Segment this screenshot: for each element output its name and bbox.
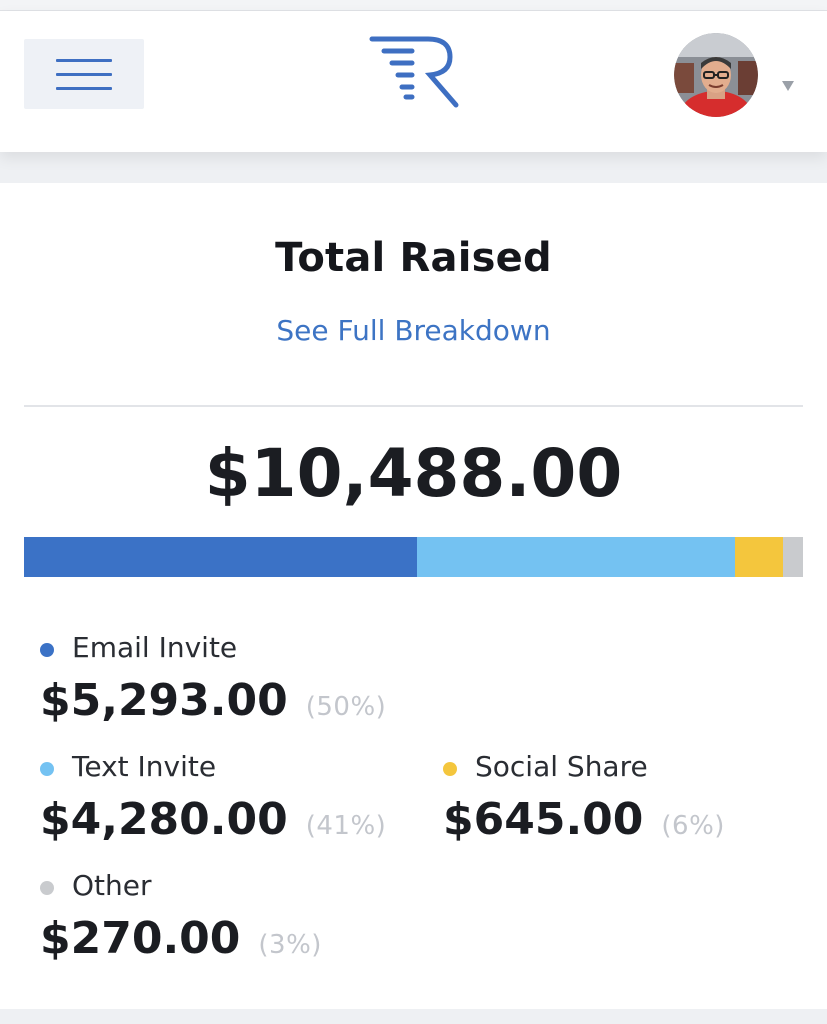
bar-segment-other [782,537,803,577]
bar-segment-social-share [735,537,783,577]
top-navbar [0,11,827,152]
breakdown-amount-value: $5,293.00 [40,675,288,726]
other-dot-icon [40,881,54,895]
top-status-strip [0,0,827,11]
breakdown-label: Other [72,869,152,902]
caret-down-icon [782,81,794,91]
breakdown-percent: (3%) [258,930,322,960]
hamburger-menu-button[interactable] [24,39,144,109]
breakdown-amount: $645.00 (6%) [443,794,725,845]
page-title: Total Raised [275,235,552,281]
breakdown-label: Email Invite [72,631,238,664]
stacked-progress-bar [24,537,803,577]
breakdown-amount-value: $4,280.00 [40,794,288,845]
breakdown-amount-value: $270.00 [40,913,241,964]
breakdown-amount: $5,293.00 (50%) [40,675,386,726]
menu-line-icon [56,73,112,76]
divider [24,405,803,407]
text-invite-dot-icon [40,762,54,776]
bar-segment-email-invite [24,537,418,577]
breakdown-label: Social Share [475,750,648,783]
total-raised-card: Total Raised See Full Breakdown $10,488.… [0,183,827,1009]
breakdown-percent: (50%) [305,692,387,722]
breakdown-amount-value: $645.00 [443,794,644,845]
total-amount: $10,488.00 [204,435,623,512]
avatar [674,33,758,117]
menu-line-icon [56,87,112,90]
menu-line-icon [56,59,112,62]
see-full-breakdown-link[interactable]: See Full Breakdown [0,314,827,347]
breakdown-percent: (41%) [305,811,387,841]
social-share-dot-icon [443,762,457,776]
r-logo-icon[interactable] [368,33,460,113]
breakdown-amount: $270.00 (3%) [40,913,322,964]
breakdown-label: Text Invite [72,750,217,783]
email-invite-dot-icon [40,643,54,657]
breakdown-percent: (6%) [661,811,725,841]
bar-segment-text-invite [417,537,736,577]
breakdown-amount: $4,280.00 (41%) [40,794,386,845]
user-menu-toggle[interactable] [674,33,804,119]
